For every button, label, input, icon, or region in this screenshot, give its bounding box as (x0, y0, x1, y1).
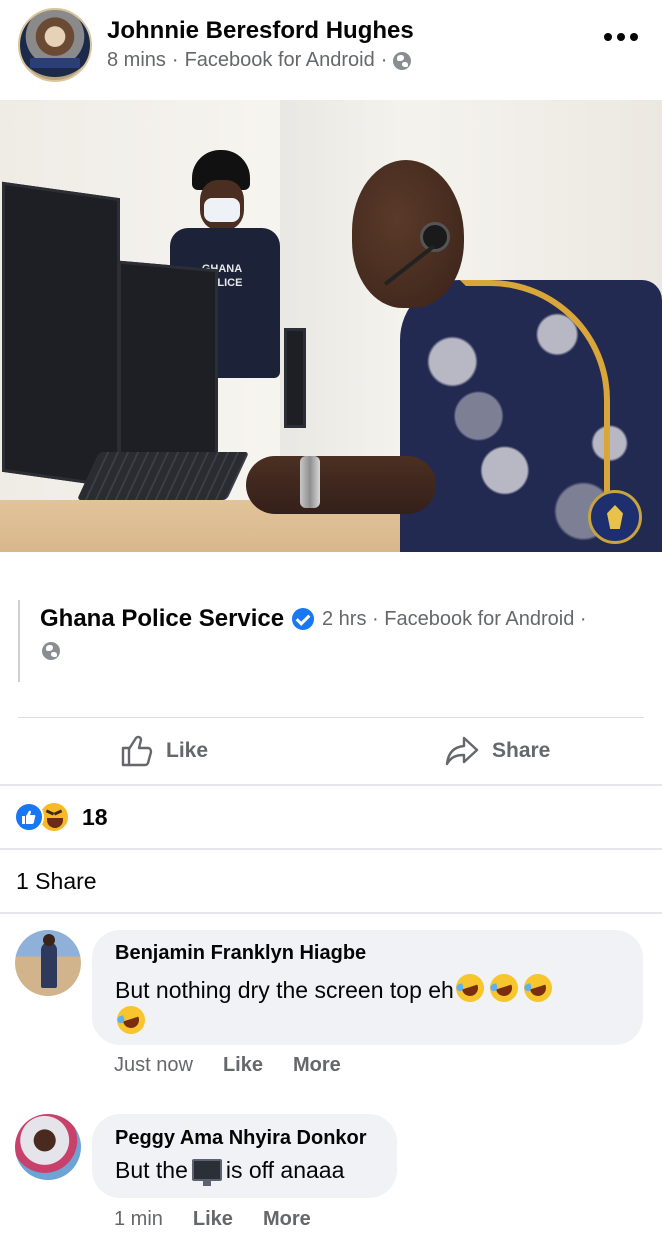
laughing-emoji-icon (452, 970, 488, 1006)
comment-text-before: But the (115, 1157, 188, 1183)
share-button[interactable]: Share (444, 730, 550, 772)
commenter-name[interactable]: Peggy Ama Nhyira Donkor (115, 1127, 367, 1150)
comment-like-button[interactable]: Like (223, 1054, 263, 1077)
verified-badge-icon (292, 608, 314, 630)
post-photo[interactable]: GHANA POLICE (0, 100, 662, 552)
share-count[interactable]: 1 Share (16, 868, 97, 895)
police-emblem-icon (588, 490, 642, 544)
post-meta: 8 mins · Facebook for Android · (107, 49, 412, 72)
meta-separator: · (171, 49, 179, 71)
more-options-icon[interactable] (604, 30, 638, 44)
comment-text-after: is off anaaa (225, 1157, 345, 1183)
like-label: Like (166, 739, 209, 762)
like-reaction-icon (14, 802, 44, 832)
comment-time[interactable]: 1 min (114, 1208, 163, 1231)
comment-more-button[interactable]: More (293, 1054, 341, 1077)
shared-post-card[interactable]: Ghana Police Service 2 hrs · Facebook fo… (18, 600, 644, 682)
commenter-avatar[interactable] (15, 1114, 81, 1180)
reaction-summary[interactable]: 18 (14, 800, 108, 834)
shared-page-name[interactable]: Ghana Police Service (40, 605, 284, 633)
post-time[interactable]: 8 mins (107, 49, 166, 72)
divider (0, 784, 662, 786)
keyboard (76, 452, 250, 500)
comment-time[interactable]: Just now (114, 1054, 193, 1077)
comment-text: But nothing dry the screen top eh (115, 970, 556, 1006)
author-name[interactable]: Johnnie Beresford Hughes (107, 17, 414, 45)
comment-bubble[interactable]: Benjamin Franklyn Hiagbe But nothing dry… (92, 930, 643, 1045)
divider (0, 848, 662, 850)
post-header: Johnnie Beresford Hughes 8 mins · Facebo… (0, 0, 662, 100)
monitor (2, 181, 120, 489)
comment-text: But the is off anaaa (115, 1157, 345, 1186)
share-arrow-icon (445, 736, 479, 766)
desktop-computer-emoji-icon (191, 1159, 222, 1186)
laughing-emoji-icon (113, 1002, 149, 1038)
divider (0, 912, 662, 914)
comment-more-button[interactable]: More (263, 1208, 311, 1231)
share-label: Share (492, 739, 551, 762)
post-source: Facebook for Android (184, 49, 375, 71)
author-avatar[interactable] (18, 8, 92, 82)
shared-meta: 2 hrs · Facebook for Android · (322, 608, 587, 630)
laughing-emoji-icon (486, 970, 522, 1006)
monitor (284, 328, 306, 428)
laughing-emoji-icon (520, 970, 556, 1006)
globe-icon (42, 642, 60, 660)
reaction-count: 18 (82, 803, 108, 830)
divider (18, 717, 644, 718)
comment-actions: 1 min Like More (114, 1208, 311, 1231)
like-button[interactable]: Like (120, 730, 208, 772)
thumbs-up-icon (121, 735, 153, 767)
comment-bubble[interactable]: Peggy Ama Nhyira Donkor But the is off an… (92, 1114, 397, 1198)
globe-icon (393, 51, 412, 70)
meta-separator: · (380, 49, 388, 71)
commenter-name[interactable]: Benjamin Franklyn Hiagbe (115, 942, 366, 965)
commenter-avatar[interactable] (15, 930, 81, 996)
comment-text-content: But nothing dry the screen top eh (115, 977, 454, 1003)
comment-actions: Just now Like More (114, 1054, 341, 1077)
comment-like-button[interactable]: Like (193, 1208, 233, 1231)
